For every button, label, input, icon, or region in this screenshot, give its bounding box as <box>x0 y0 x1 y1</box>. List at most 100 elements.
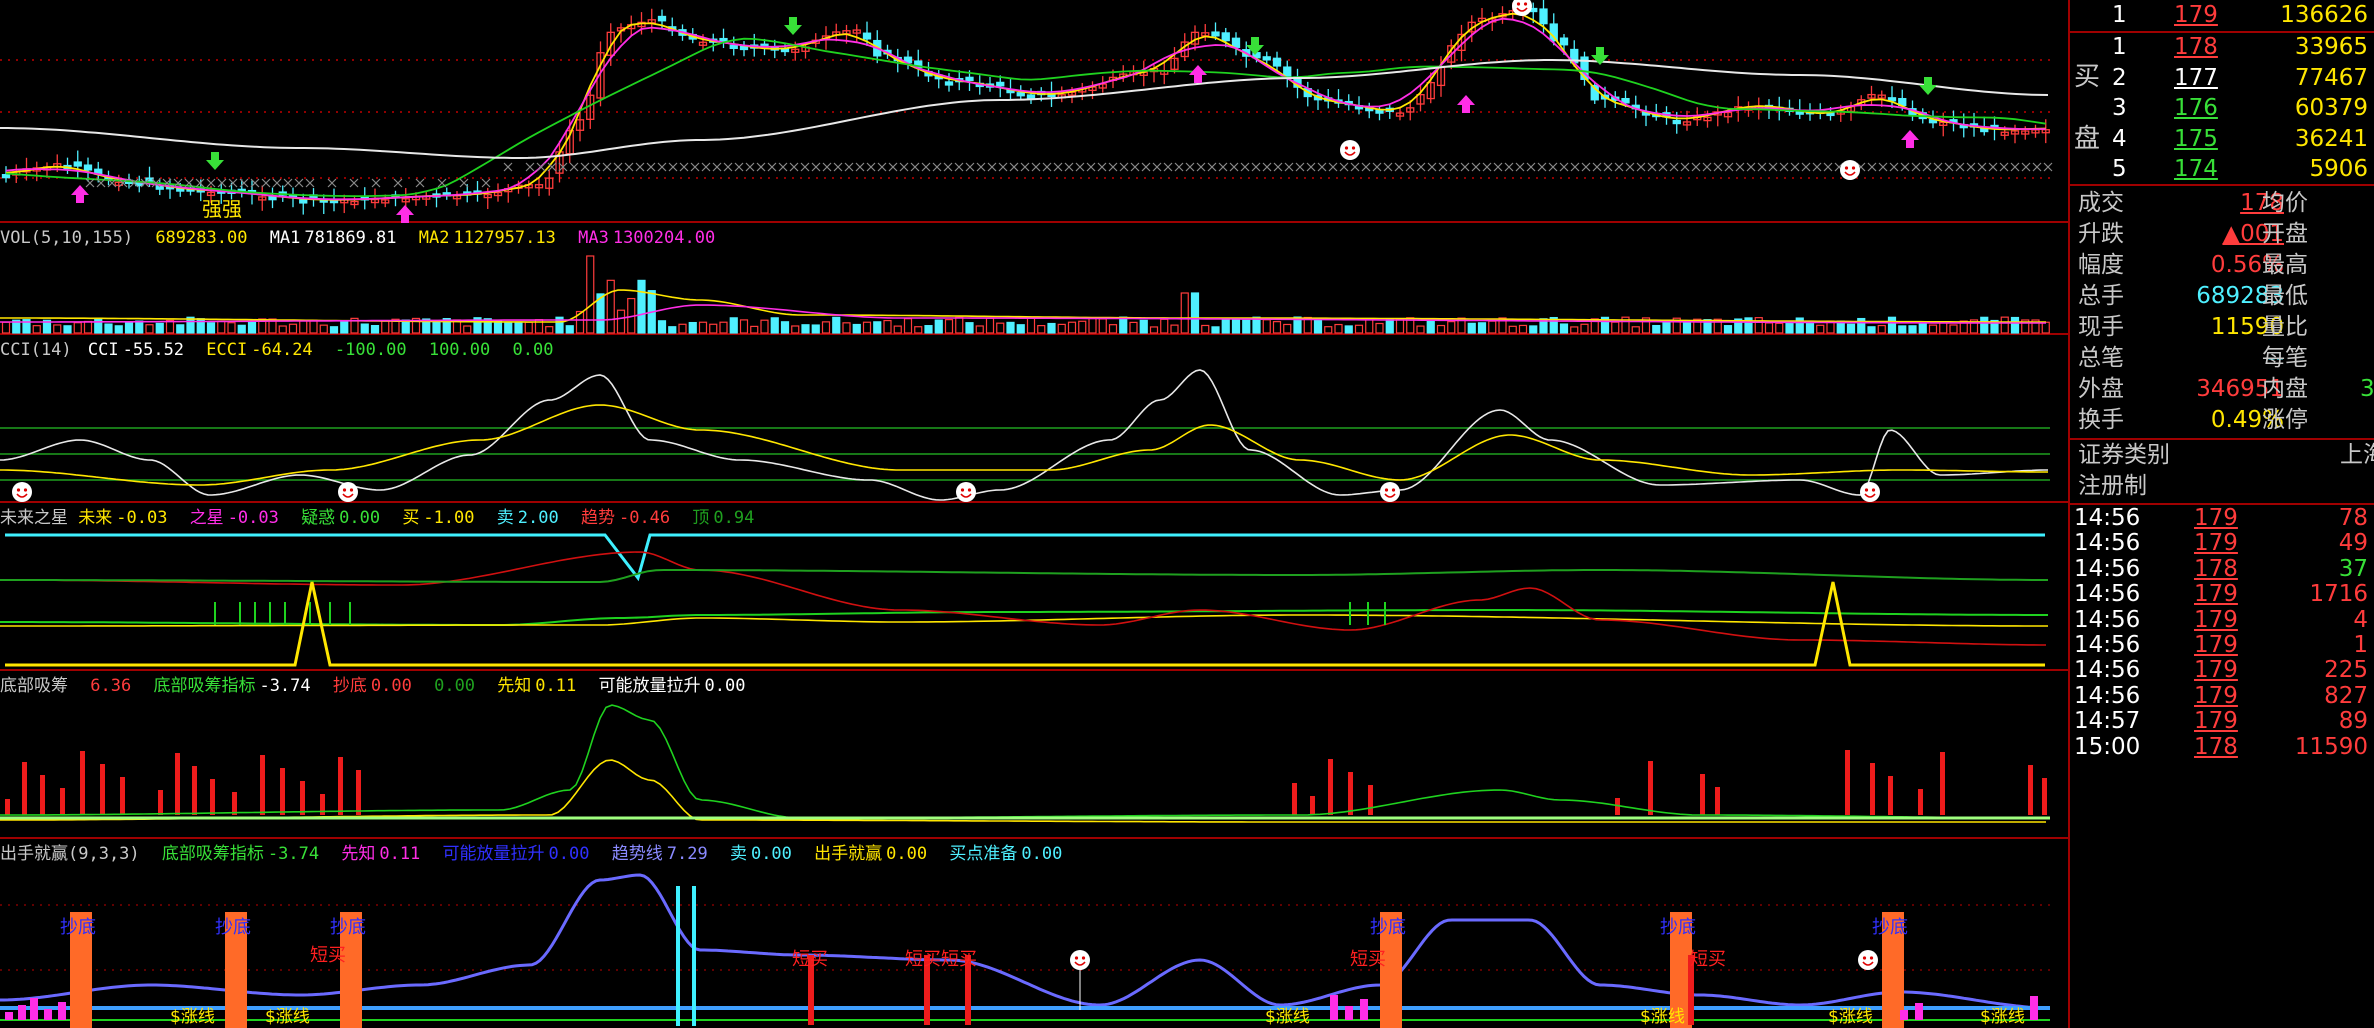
cross-marker-icon <box>1383 162 1393 172</box>
volume-bar <box>1385 318 1394 334</box>
cross-marker-icon <box>866 162 876 172</box>
smiley-eye <box>967 488 972 492</box>
volume-bar <box>1211 326 1220 334</box>
cross-marker-icon <box>1427 162 1437 172</box>
star-mai: -1.00 <box>423 508 475 528</box>
cross-marker-icon <box>1944 162 1954 172</box>
quote-row-zhangdie: 升跌 ▲001 开盘 <box>2070 219 2374 250</box>
cross-marker-icon <box>1988 162 1998 172</box>
volume-bar <box>985 317 995 334</box>
tick-row[interactable]: 14:56 179 49 <box>2070 531 2374 556</box>
cross-marker-icon <box>613 162 623 172</box>
volume-bar <box>1488 320 1497 334</box>
tick-row[interactable]: 14:56 179 1 <box>2070 633 2374 658</box>
smiley-eye <box>1851 166 1856 170</box>
cross-marker-icon <box>591 162 601 172</box>
cross-marker-icon <box>987 162 997 172</box>
cross-marker-icon <box>1658 162 1668 172</box>
volume-bar <box>1898 325 1907 334</box>
tick-time: 14:56 <box>2074 530 2141 557</box>
volume-bar <box>1775 322 1784 334</box>
volume-bar <box>1570 326 1579 334</box>
sell-arrow-icon <box>784 17 802 35</box>
vol-ma2: 1127957.13 <box>453 228 556 248</box>
tick-row[interactable]: 14:56 179 225 <box>2070 658 2374 683</box>
cross-marker-icon <box>1207 162 1217 172</box>
tick-row[interactable]: 15:00 178 11590 <box>2070 734 2374 760</box>
volume-bar <box>1170 324 1179 334</box>
tick-row[interactable]: 14:56 178 37 <box>2070 556 2374 582</box>
candle-body <box>862 32 872 40</box>
sell1-row[interactable]: 1 179 136626 <box>2070 0 2374 31</box>
tick-row[interactable]: 14:57 179 89 <box>2070 709 2374 734</box>
xichou-xianzhi: 0.11 <box>535 676 577 696</box>
zhangxian-marker: $涨线 <box>170 1007 215 1027</box>
volume-bar <box>32 325 41 334</box>
cross-marker-icon <box>217 178 227 188</box>
xichou-chaodi-label: 抄底 <box>332 676 367 696</box>
buy-row[interactable]: 2 177 77467 <box>2070 63 2374 94</box>
xichou-red-bar <box>232 792 237 815</box>
volume-bar <box>1918 323 1927 334</box>
smiley-eye <box>1516 2 1521 6</box>
volume-bar <box>1057 323 1066 334</box>
buy-volume: 33965 <box>2294 34 2368 60</box>
tick-time: 14:56 <box>2074 657 2141 684</box>
cross-marker-icon <box>635 162 645 172</box>
smiley-icon <box>1340 140 1360 160</box>
cross-marker-icon <box>976 162 986 172</box>
chushou-magenta-bar <box>2030 996 2038 1020</box>
volume-bar <box>545 326 554 334</box>
volume-bar <box>1426 318 1435 334</box>
xichou-red-bar <box>260 755 265 815</box>
buy-arrow-icon <box>1901 130 1919 148</box>
quote-row-huanshou: 换手 0.49% 涨停 <box>2070 405 2374 436</box>
volume-bar <box>729 317 738 334</box>
volume-bar <box>1508 325 1517 334</box>
security-type-label: 证券类别 <box>2078 442 2170 468</box>
volume-bar <box>924 325 933 334</box>
tick-row[interactable]: 14:56 179 1716 <box>2070 582 2374 607</box>
tick-row[interactable]: 14:56 179 78 <box>2070 506 2374 531</box>
buy-row[interactable]: 1 178 33965 <box>2070 32 2374 63</box>
cross-marker-icon <box>1438 162 1448 172</box>
cross-marker-icon <box>1966 162 1976 172</box>
smiley-icon <box>1380 482 1400 502</box>
xichou-red-bar <box>100 764 105 815</box>
buy-row[interactable]: 5 174 5906 <box>2070 154 2374 185</box>
buy-row[interactable]: 4 175 36241 <box>2070 124 2374 155</box>
cross-marker-icon <box>1823 162 1833 172</box>
cross-marker-icon <box>1933 162 1943 172</box>
chushou-magenta-bar <box>1345 1006 1353 1020</box>
cross-marker-icon <box>624 162 634 172</box>
zhangdie-label: 升跌 <box>2078 221 2124 247</box>
volume-bar <box>1723 325 1733 334</box>
cross-marker-icon <box>1328 162 1338 172</box>
buy-price: 175 <box>2174 125 2218 152</box>
xichou-red-bar <box>280 768 285 815</box>
xichou-xianzhi-label: 先知 <box>497 676 532 696</box>
volume-bar <box>1098 318 1107 334</box>
cross-marker-icon <box>723 162 733 172</box>
xichou-red-bar <box>40 775 45 815</box>
cross-marker-icon <box>1042 162 1052 172</box>
xichou-red-bar <box>300 781 305 815</box>
volume-bar <box>883 319 892 334</box>
volume-bar <box>1283 323 1292 334</box>
chart-area[interactable]: 强强 抄底 抄底 抄底 抄底 抄底 抄底 短买 短买 短买短买 短买 短买 $涨线 $涨线 $涨线 $涨线 $涨… <box>0 0 2068 1028</box>
chushou-magenta-bar <box>1330 995 1338 1020</box>
zhangting-label: 涨停 <box>2262 407 2308 433</box>
tick-row[interactable]: 14:56 179 827 <box>2070 683 2374 709</box>
candle-body <box>299 199 308 204</box>
buy-price: 174 <box>2174 156 2218 182</box>
buy-row[interactable]: 3 176 60379 <box>2070 93 2374 124</box>
cross-marker-icon <box>1053 162 1063 172</box>
volume-bar <box>504 321 513 334</box>
cross-marker-icon <box>1064 162 1074 172</box>
vol-ma3: 1300204.00 <box>612 228 716 248</box>
tick-row[interactable]: 14:56 179 4 <box>2070 607 2374 633</box>
quote-row-chengjiao: 成交 178 均价 <box>2070 188 2374 219</box>
volume-bar <box>1221 319 1230 334</box>
smiley-eye <box>1869 956 1874 960</box>
quote-row-waipan: 外盘 346951 内盘 3 <box>2070 374 2374 405</box>
